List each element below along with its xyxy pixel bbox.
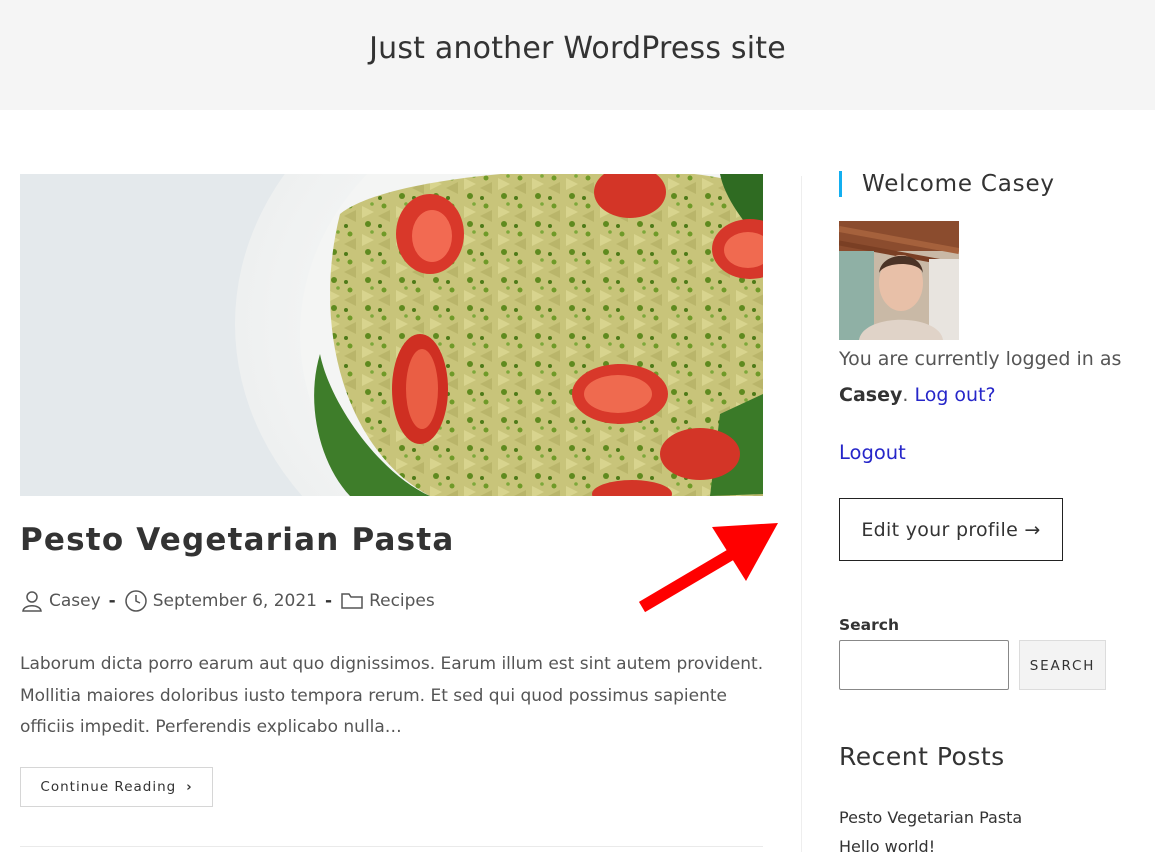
recent-post-link[interactable]: Hello world! [839,832,1022,861]
search-input[interactable] [839,640,1009,690]
user-icon [20,589,44,613]
continue-reading-label: Continue Reading [40,779,177,795]
folder-icon [340,589,364,613]
login-username: Casey [839,384,903,406]
post-excerpt: Laborum dicta porro earum aut quo dignis… [20,654,764,737]
login-status-prefix: You are currently logged in as [839,348,1122,370]
continue-reading-button[interactable]: Continue Reading › [20,767,213,807]
chevron-right-icon: › [186,779,193,795]
clock-icon [124,589,148,613]
search-button[interactable]: SEARCH [1019,640,1106,690]
avatar[interactable] [839,221,959,340]
meta-separator: - [325,591,333,611]
logout-link[interactable]: Logout [839,441,906,464]
log-out-link[interactable]: Log out? [914,384,995,406]
post-featured-image[interactable] [20,174,763,496]
post-author[interactable]: Casey [49,591,101,611]
post-meta: Casey - September 6, 2021 - Recipes [20,589,435,613]
login-status-text: You are currently logged in as Casey. Lo… [839,341,1139,413]
welcome-title: Welcome Casey [839,171,1055,197]
post-divider [20,846,763,847]
site-header: Just another WordPress site [0,0,1155,110]
edit-profile-button[interactable]: Edit your profile → [839,498,1063,561]
post-category[interactable]: Recipes [369,591,435,611]
sidebar-divider [801,176,802,852]
recent-posts-list: Pesto Vegetarian Pasta Hello world! [839,803,1022,861]
site-tagline: Just another WordPress site [369,30,786,66]
meta-separator: - [108,591,116,611]
recent-posts-title: Recent Posts [839,742,1005,771]
post-date: September 6, 2021 [152,591,317,611]
red-arrow-icon [638,523,778,613]
recent-post-link[interactable]: Pesto Vegetarian Pasta [839,803,1022,832]
login-period: . [902,384,909,406]
search-label: Search [839,616,900,634]
pasta-image [20,174,763,496]
post-title[interactable]: Pesto Vegetarian Pasta [20,522,454,558]
